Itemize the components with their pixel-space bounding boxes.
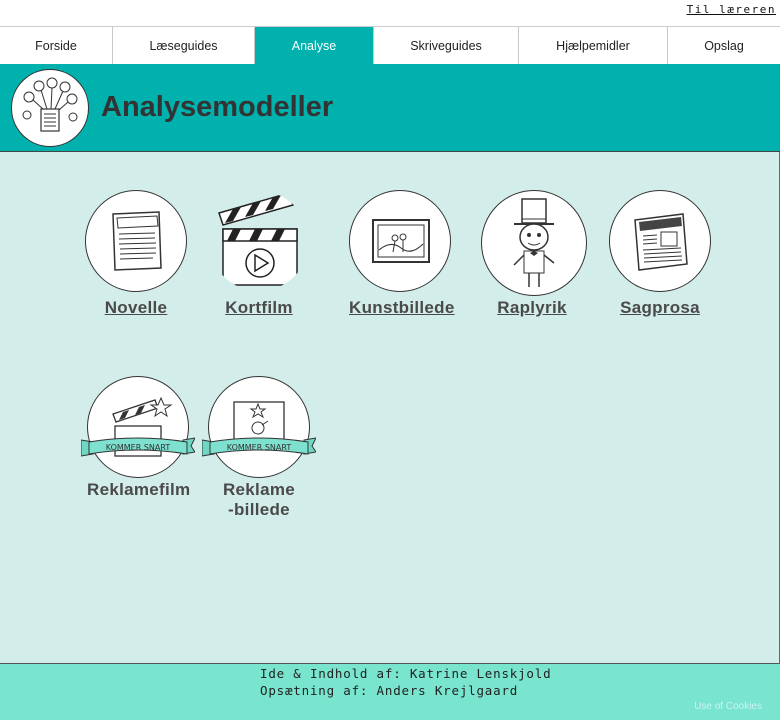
main-nav: Forside Læseguides Analyse Skriveguides … — [0, 26, 780, 65]
footer-credit-layout: Opsætning af: Anders Krejlgaard — [260, 683, 519, 698]
content-area: Novelle Kortfilm Kunstbillede Raplyrik S… — [0, 152, 780, 663]
tile-label: Kortfilm — [225, 298, 293, 317]
tab-forside[interactable]: Forside — [0, 27, 113, 65]
coming-soon-ribbon: KOMMER SNART — [202, 437, 316, 457]
tile-reklamefilm: KOMMER SNART Reklamefilm — [81, 376, 195, 500]
clapperboard-icon — [208, 190, 310, 292]
top-hat-character-icon — [481, 190, 587, 296]
tile-label: Sagprosa — [620, 298, 700, 317]
tile-label: Kunstbillede — [349, 298, 455, 317]
tab-laeseguides[interactable]: Læseguides — [113, 27, 255, 65]
tile-sagprosa[interactable]: Sagprosa — [609, 190, 711, 318]
picture-coming-soon-icon — [208, 376, 310, 478]
tile-label: Raplyrik — [497, 298, 567, 317]
analysis-logo-icon — [11, 69, 89, 147]
tile-label: Reklamefilm — [87, 480, 191, 499]
coming-soon-ribbon: KOMMER SNART — [81, 437, 195, 457]
newspaper-icon — [609, 190, 711, 292]
page-title: Analysemodeller — [101, 91, 334, 123]
tab-analyse[interactable]: Analyse — [255, 27, 374, 65]
novelle-book-icon — [85, 190, 187, 292]
tile-reklamebillede: KOMMER SNART Reklame -billede — [202, 376, 316, 520]
clapperboard-coming-soon-icon — [87, 376, 189, 478]
page-footer: Ide & Indhold af: Katrine Lenskjold Opsæ… — [0, 663, 780, 720]
tile-label-line1: Reklame — [222, 480, 296, 499]
tile-raplyrik[interactable]: Raplyrik — [481, 190, 587, 318]
tab-hjaelpemidler[interactable]: Hjælpemidler — [519, 27, 668, 65]
tab-opslag[interactable]: Opslag — [668, 27, 780, 65]
tab-skriveguides[interactable]: Skriveguides — [374, 27, 519, 65]
tile-kunstbillede[interactable]: Kunstbillede — [349, 190, 455, 318]
ribbon-text: KOMMER SNART — [227, 443, 292, 452]
page-banner: Analysemodeller — [0, 64, 780, 152]
tile-label: Novelle — [104, 298, 168, 317]
ribbon-text: KOMMER SNART — [106, 443, 171, 452]
teacher-link[interactable]: Til læreren — [687, 3, 776, 16]
cookies-link[interactable]: Use of Cookies — [694, 701, 762, 712]
footer-credit-content: Ide & Indhold af: Katrine Lenskjold — [260, 666, 552, 681]
tile-label-line2: -billede — [228, 500, 290, 519]
framed-painting-icon — [349, 190, 451, 292]
tile-novelle[interactable]: Novelle — [85, 190, 187, 318]
tile-kortfilm[interactable]: Kortfilm — [208, 190, 310, 318]
